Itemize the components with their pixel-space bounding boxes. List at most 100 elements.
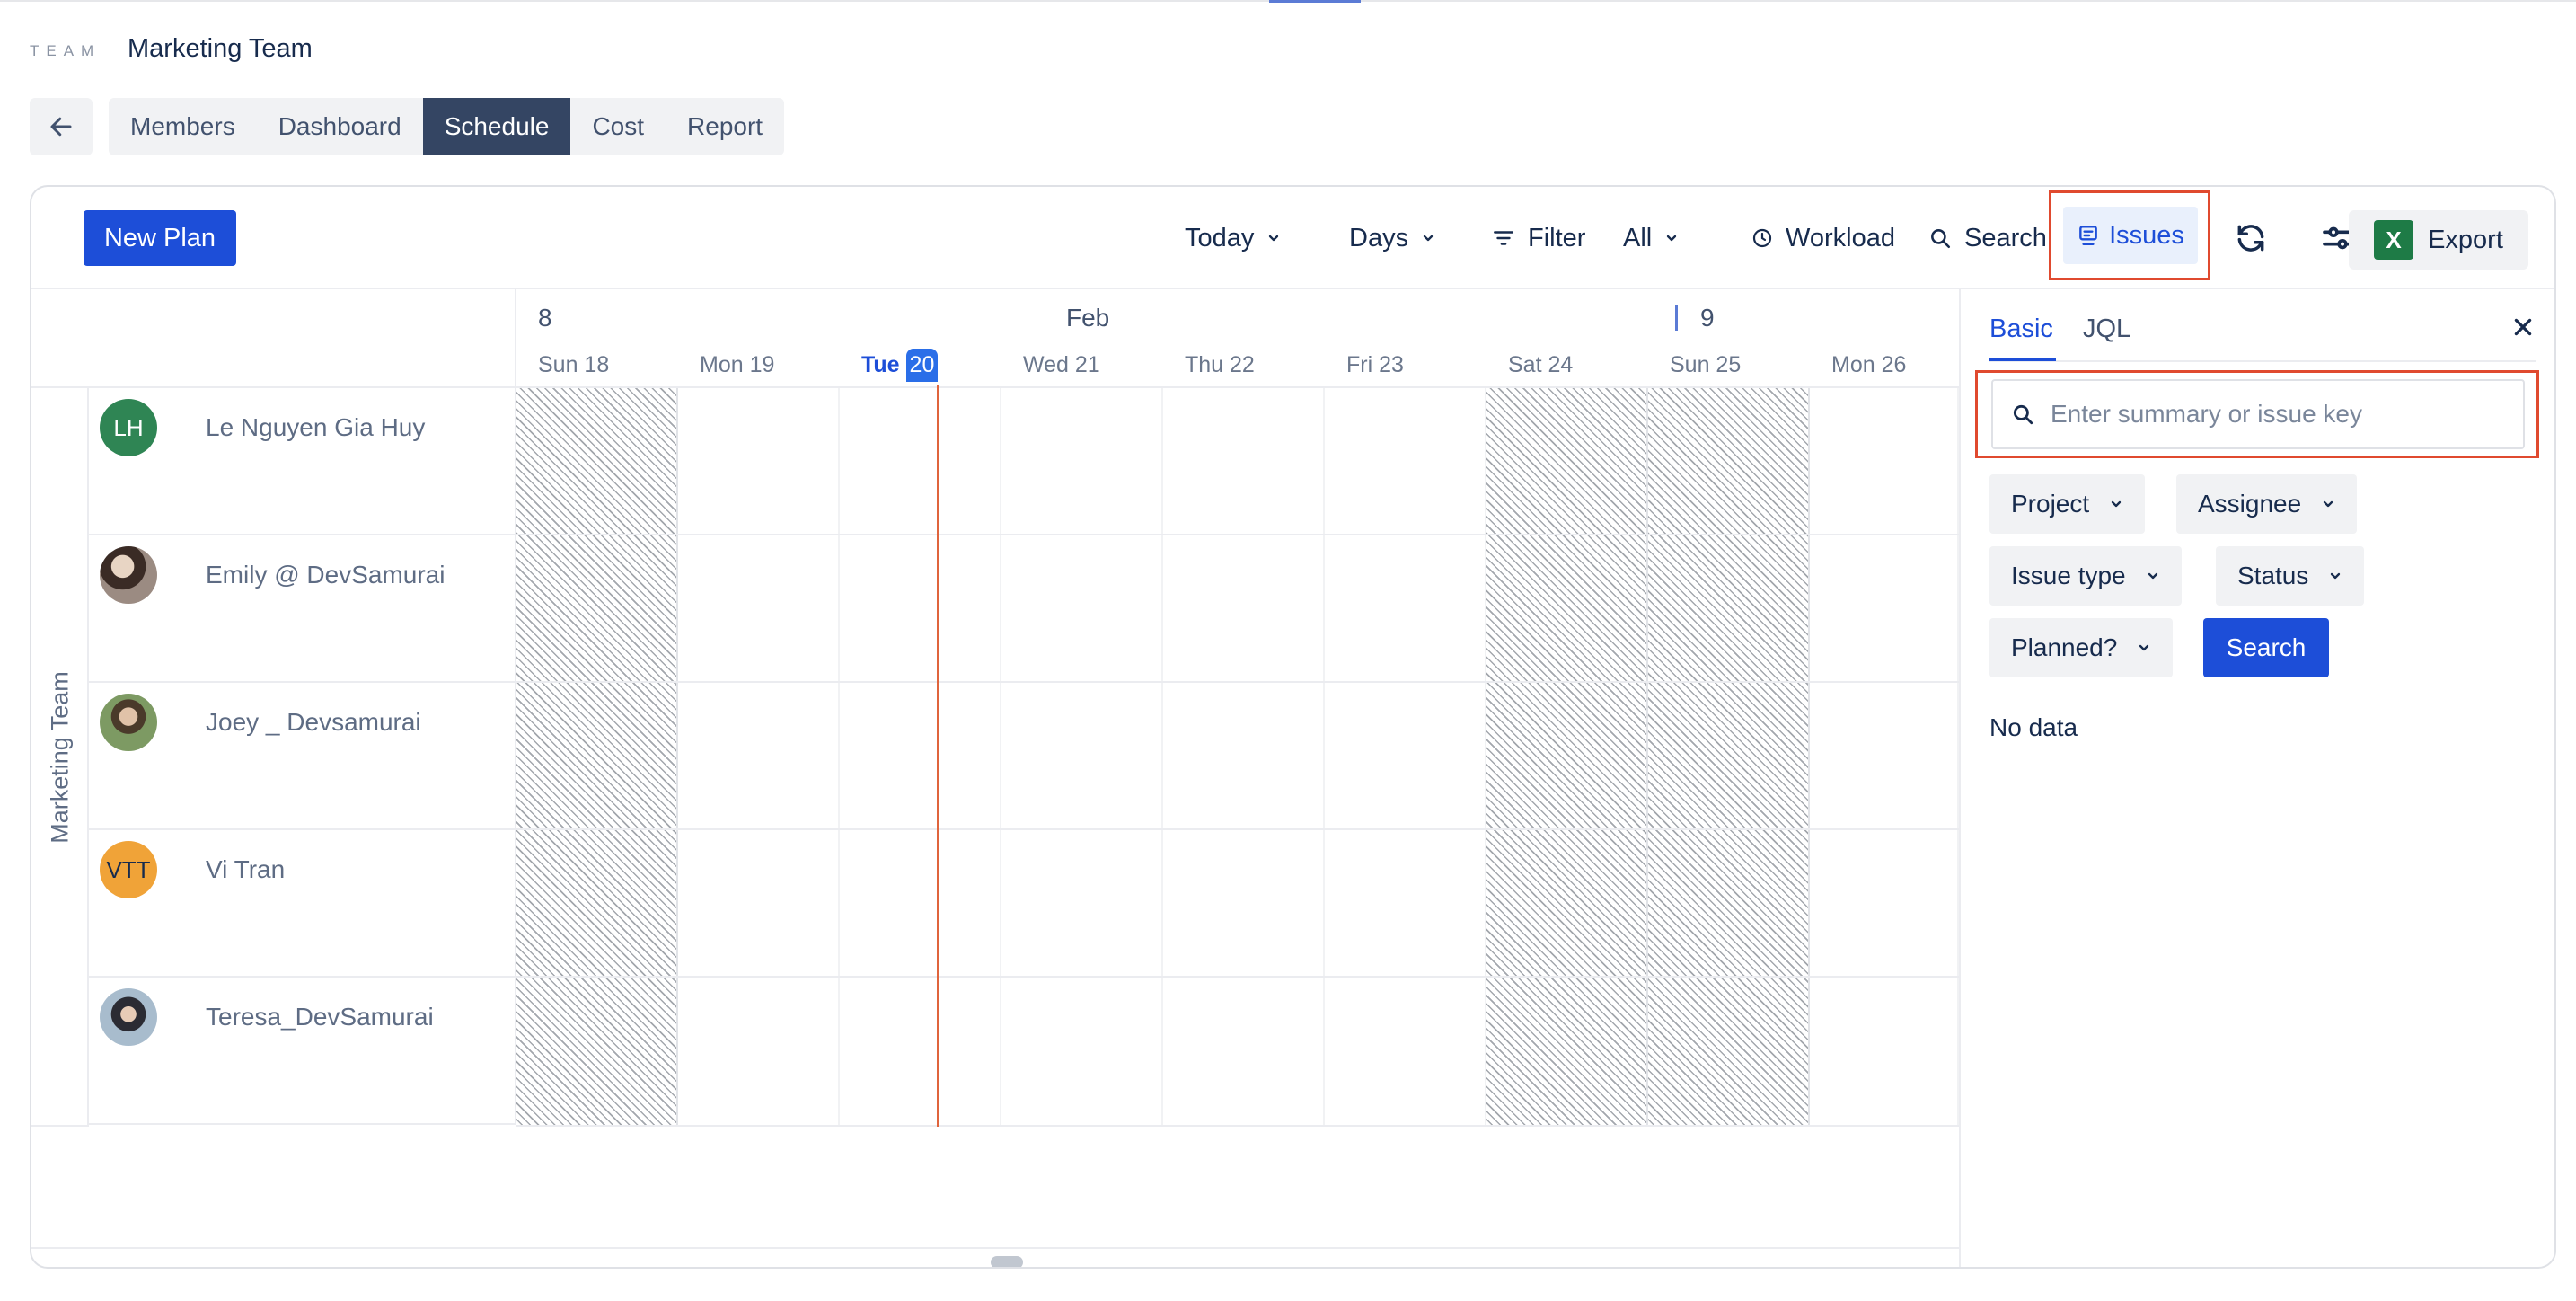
day-label: Fri 23 (1346, 352, 1404, 377)
project-filter[interactable]: Project (1989, 474, 2146, 534)
days-label: Days (1349, 223, 1409, 252)
schedule-toolbar: New Plan Today Days Filter All Workload … (31, 187, 2554, 289)
chevron-down-icon (1423, 235, 1434, 242)
gantt-header-spacer (31, 289, 516, 388)
today-date-badge: 20 (905, 349, 939, 382)
planned-filter-label: Planned? (2011, 633, 2118, 661)
member-row[interactable]: VTT Vi Tran (89, 830, 516, 978)
member-name: Vi Tran (206, 855, 286, 883)
week-number-next: 9 (1700, 304, 1715, 332)
search-label: Search (1964, 223, 2047, 252)
tab-members[interactable]: Members (109, 98, 257, 155)
panel-search-button[interactable]: Search (2203, 618, 2329, 677)
today-dropdown[interactable]: Today (1185, 210, 1281, 266)
row-divider (516, 976, 1959, 978)
planned-filter[interactable]: Planned? (1989, 618, 2174, 677)
chevron-down-icon (2139, 644, 2149, 651)
status-filter-label: Status (2237, 562, 2309, 589)
avatar (100, 546, 157, 604)
today-label: Today (1185, 223, 1255, 252)
today-marker-line (937, 385, 939, 1127)
all-dropdown[interactable]: All (1623, 210, 1679, 266)
timeline-grid (516, 385, 1959, 1127)
tab-jql[interactable]: JQL (2083, 314, 2130, 344)
chevron-down-icon (2111, 500, 2122, 508)
avatar (100, 694, 157, 751)
member-row[interactable]: Emily @ DevSamurai (89, 535, 516, 683)
excel-icon: X (2374, 220, 2414, 260)
day-label: Sun 18 (538, 352, 610, 377)
export-label: Export (2428, 225, 2503, 254)
weekend-column (1648, 388, 1810, 1127)
today-day-name: Tue (861, 352, 900, 377)
issue-type-filter-label: Issue type (2011, 562, 2126, 589)
status-filter[interactable]: Status (2216, 546, 2365, 606)
issue-type-filter[interactable]: Issue type (1989, 546, 2182, 606)
close-panel-button[interactable] (2505, 309, 2541, 345)
day-column[interactable] (1001, 388, 1163, 1127)
issues-panel: Basic JQL Project Assignee Issue type St… (1959, 289, 2554, 1267)
member-row[interactable]: Joey _ Devsamurai (89, 683, 516, 830)
arrow-left-icon (50, 117, 72, 137)
day-column[interactable] (840, 388, 1001, 1127)
search-button[interactable]: Search (1928, 210, 2047, 266)
scrollbar-thumb[interactable] (991, 1256, 1023, 1267)
team-group-label: Marketing Team (31, 388, 89, 1127)
day-label: Mon 19 (700, 352, 775, 377)
assignee-filter[interactable]: Assignee (2176, 474, 2358, 534)
issue-search-field[interactable] (1991, 379, 2525, 449)
refresh-button[interactable] (2234, 210, 2268, 266)
gantt-rows: Marketing Team LH Le Nguyen Gia Huy Emil… (31, 385, 1959, 1127)
member-name: Teresa_DevSamurai (206, 1003, 434, 1031)
avatar: VTT (100, 841, 157, 898)
horizontal-scrollbar[interactable] (31, 1247, 1959, 1267)
top-progress-indicator (1269, 0, 1361, 3)
day-label: Mon 26 (1831, 352, 1907, 377)
tab-schedule[interactable]: Schedule (422, 98, 571, 155)
tab-cost[interactable]: Cost (570, 98, 666, 155)
new-plan-button[interactable]: New Plan (84, 210, 236, 266)
day-column[interactable] (1325, 388, 1486, 1127)
workload-button[interactable]: Workload (1751, 210, 1895, 266)
day-label: Sun 25 (1670, 352, 1742, 377)
tab-basic[interactable]: Basic (1989, 314, 2053, 344)
month-label: Feb (1066, 304, 1110, 332)
chevron-down-icon (2331, 572, 2341, 580)
week-number: 8 (538, 304, 552, 332)
search-icon (1931, 229, 1951, 249)
issues-button[interactable]: Issues (2063, 207, 2198, 264)
day-column[interactable] (1810, 388, 1959, 1127)
member-name: Joey _ Devsamurai (206, 708, 421, 736)
days-dropdown[interactable]: Days (1349, 210, 1435, 266)
day-column[interactable] (1163, 388, 1325, 1127)
clock-icon (1752, 228, 1772, 248)
weekend-column (1486, 388, 1648, 1127)
project-filter-label: Project (2011, 490, 2090, 518)
active-tab-underline (1989, 358, 2056, 361)
day-label: Sat 24 (1508, 352, 1574, 377)
schedule-card: New Plan Today Days Filter All Workload … (30, 185, 2556, 1269)
avatar: LH (100, 399, 157, 456)
search-icon (2013, 404, 2033, 425)
tab-report[interactable]: Report (666, 98, 784, 155)
day-column[interactable] (678, 388, 840, 1127)
weekend-column (516, 388, 678, 1127)
row-divider (516, 534, 1959, 535)
team-name: Marketing Team (128, 34, 313, 63)
chevron-down-icon (2324, 500, 2333, 508)
export-button[interactable]: X Export (2349, 210, 2528, 270)
panel-tabs-divider (1989, 360, 2536, 362)
tab-dashboard[interactable]: Dashboard (257, 98, 423, 155)
avatar (100, 988, 157, 1046)
chevron-down-icon (2148, 572, 2157, 580)
workload-label: Workload (1786, 223, 1895, 252)
gantt-chart: 8 Feb 9 Sun 18 Mon 19 Tue 20 Wed 21 Thu … (31, 289, 1959, 1267)
chevron-down-icon (1667, 235, 1677, 242)
issue-search-input[interactable] (2051, 400, 2518, 429)
member-row[interactable]: LH Le Nguyen Gia Huy (89, 388, 516, 535)
filter-button[interactable]: Filter (1492, 210, 1585, 266)
member-row[interactable]: Teresa_DevSamurai (89, 978, 516, 1125)
no-data-message: No data (1989, 713, 2078, 741)
back-button[interactable] (30, 98, 93, 155)
chevron-down-icon (1269, 235, 1279, 242)
